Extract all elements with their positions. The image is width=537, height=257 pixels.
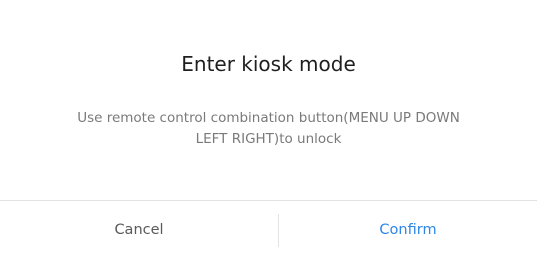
dialog-title: Enter kiosk mode bbox=[181, 52, 356, 76]
cancel-button[interactable]: Cancel bbox=[0, 201, 278, 257]
dialog-message: Use remote control combination button(ME… bbox=[77, 110, 460, 147]
kiosk-mode-dialog: Enter kiosk mode Use remote control comb… bbox=[0, 0, 537, 257]
confirm-button[interactable]: Confirm bbox=[279, 201, 537, 257]
